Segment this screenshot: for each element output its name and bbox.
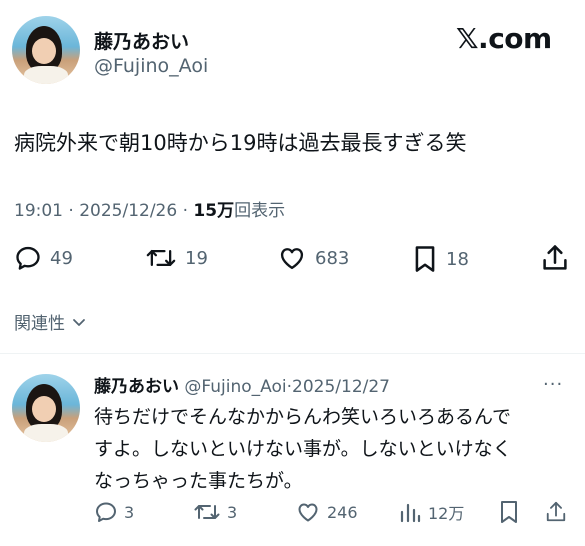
share-button[interactable]: [541, 243, 569, 273]
repost-icon: [194, 505, 220, 519]
reply-reply-count: 3: [124, 502, 135, 522]
more-options-button[interactable]: ···: [543, 374, 563, 395]
share-icon: [546, 501, 566, 522]
tweet-meta: 19:01 · 2025/12/26 · 15万回表示: [14, 196, 285, 221]
bookmark-icon: [415, 246, 435, 272]
reply-author-name[interactable]: 藤乃あおい: [94, 377, 179, 397]
heart-icon: [298, 503, 318, 522]
reply-views-count: 12万: [428, 504, 465, 523]
tweet-timestamp[interactable]: 19:01 · 2025/12/26 ·: [14, 201, 193, 221]
reply-icon: [16, 246, 40, 270]
heart-icon: [280, 248, 304, 270]
share-icon: [543, 245, 567, 270]
reply-author-handle[interactable]: @Fujino_Aoi: [184, 377, 286, 397]
reply-bookmark-button[interactable]: [498, 499, 520, 525]
author-avatar[interactable]: [12, 16, 80, 84]
repost-icon: [146, 250, 176, 266]
related-sort-dropdown[interactable]: 関連性: [14, 309, 87, 334]
author-name[interactable]: 藤乃あおい: [94, 27, 189, 54]
reply-header: 藤乃あおい @Fujino_Aoi·2025/12/27: [94, 372, 390, 397]
reply-like-button[interactable]: 246: [295, 500, 358, 524]
reply-reply-button[interactable]: 3: [94, 500, 134, 524]
reply-repost-count: 3: [227, 502, 238, 522]
reply-button[interactable]: 49: [14, 244, 73, 272]
related-label: 関連性: [14, 314, 65, 334]
reply-like-count: 246: [327, 502, 358, 522]
reply-share-button[interactable]: [545, 499, 567, 525]
views-count: 15万: [193, 201, 235, 221]
x-brand-logo: 𝕏.com: [456, 22, 552, 55]
reply-icon: [96, 502, 116, 522]
reply-views-button[interactable]: 12万: [398, 500, 464, 524]
like-count: 683: [315, 247, 350, 269]
repost-count: 19: [185, 247, 208, 269]
divider: [0, 353, 585, 354]
bookmark-icon: [501, 501, 517, 523]
author-handle[interactable]: @Fujino_Aoi: [94, 55, 208, 77]
views-label: 回表示: [234, 201, 286, 221]
bookmark-button[interactable]: 18: [412, 244, 469, 274]
tweet-text: 病院外来で朝10時から19時は過去最長すぎる笑: [14, 131, 467, 155]
reply-date[interactable]: 2025/12/27: [292, 377, 390, 397]
like-button[interactable]: 683: [277, 244, 349, 272]
analytics-icon: [400, 503, 421, 523]
repost-button[interactable]: 19: [145, 244, 208, 272]
chevron-down-icon: [73, 318, 85, 326]
bookmark-count: 18: [446, 248, 469, 270]
reply-author-avatar[interactable]: [12, 374, 80, 442]
reply-text: 待ちだけでそんなかからんわ笑いろいろあるんで すよ。しないといけない事が。しない…: [94, 406, 512, 492]
reply-repost-button[interactable]: 3: [193, 500, 237, 524]
reply-count: 49: [50, 247, 73, 269]
